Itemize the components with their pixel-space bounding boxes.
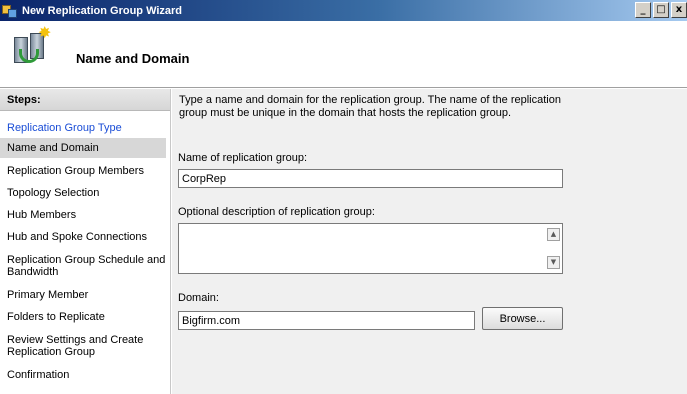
- window-controls: _ □ x: [635, 2, 687, 18]
- step-item: Hub and Spoke Connections: [7, 231, 148, 243]
- domain-input[interactable]: [178, 311, 475, 330]
- title-bar: New Replication Group Wizard _ □ x: [0, 0, 687, 21]
- step-item: Replication Group Members: [7, 165, 144, 177]
- steps-pane: Steps: Replication Group Type Name and Do…: [0, 89, 171, 394]
- name-label: Name of replication group:: [178, 152, 308, 164]
- group-name-input[interactable]: [178, 169, 563, 188]
- step-item: Hub Members: [7, 209, 77, 221]
- scroll-up-icon[interactable]: ▲: [547, 228, 560, 241]
- replication-app-icon: [2, 3, 18, 19]
- minimize-button[interactable]: _: [635, 2, 651, 18]
- wizard-header: ✸ Name and Domain: [0, 21, 687, 88]
- page-title: Name and Domain: [76, 51, 190, 66]
- scroll-down-icon[interactable]: ▼: [547, 256, 560, 269]
- description-field: ▲ ▼: [178, 223, 563, 274]
- step-item: Confirmation: [7, 369, 70, 381]
- window-title: New Replication Group Wizard: [22, 4, 183, 17]
- step-item: Topology Selection: [7, 187, 100, 199]
- steps-heading: Steps:: [0, 89, 170, 111]
- description-input[interactable]: [179, 224, 545, 273]
- step-item: Primary Member: [7, 289, 89, 301]
- description-label: Optional description of replication grou…: [178, 206, 375, 218]
- step-item: Replication Group Schedule and Bandwidth: [7, 254, 166, 278]
- close-button[interactable]: x: [671, 2, 687, 18]
- content-pane: Type a name and domain for the replicati…: [172, 89, 687, 394]
- step-item: Name and Domain: [0, 138, 166, 158]
- server-replication-icon: ✸: [10, 25, 52, 67]
- intro-text: Type a name and domain for the replicati…: [179, 94, 561, 119]
- step-item: Review Settings and Create Replication G…: [7, 334, 144, 358]
- step-item: Folders to Replicate: [7, 311, 105, 323]
- step-item[interactable]: Replication Group Type: [0, 117, 166, 139]
- maximize-button[interactable]: □: [653, 2, 669, 18]
- domain-label: Domain:: [178, 292, 219, 304]
- browse-button[interactable]: Browse...: [482, 307, 563, 330]
